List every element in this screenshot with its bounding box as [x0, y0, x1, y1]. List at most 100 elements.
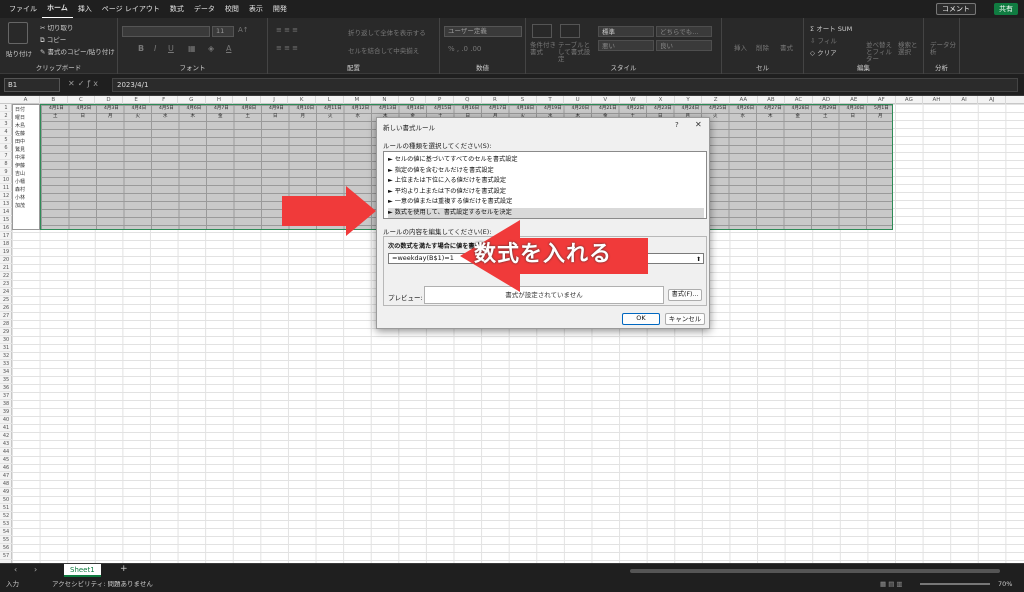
weekday-cell[interactable]: 金: [218, 113, 223, 121]
date-cell[interactable]: 4月16日: [462, 105, 480, 113]
row-header-cell[interactable]: 42: [0, 432, 12, 440]
row-header-cell[interactable]: 20: [0, 256, 12, 264]
cond-format-button[interactable]: 条件付き書式: [530, 42, 556, 56]
rule-type-item[interactable]: ► 一意の値または重複する値だけを書式設定: [388, 197, 704, 207]
style-neutral[interactable]: どちらでも...: [656, 26, 712, 37]
date-cell[interactable]: 4月28日: [792, 105, 810, 113]
weekday-cell[interactable]: 土: [246, 113, 251, 121]
menu-item[interactable]: データ: [189, 0, 220, 18]
merge-center-button[interactable]: セルを結合して中央揃え: [348, 45, 419, 55]
style-normal[interactable]: 標準: [598, 26, 654, 37]
weekday-cell[interactable]: 日: [81, 113, 86, 121]
column-header-cell[interactable]: U: [564, 96, 592, 104]
row-header-cell[interactable]: 39: [0, 408, 12, 416]
weekday-cell[interactable]: 火: [713, 113, 718, 121]
row-header-cell[interactable]: 56: [0, 544, 12, 552]
column-header-cell[interactable]: A: [12, 96, 40, 104]
rule-type-item[interactable]: ► 指定の値を含むセルだけを書式設定: [388, 166, 704, 176]
clear-button[interactable]: ◇ クリア: [810, 47, 837, 57]
formula-input[interactable]: 2023/4/1: [112, 78, 1018, 92]
format-button[interactable]: 書式(F)...: [668, 289, 702, 301]
share-button[interactable]: 共有: [994, 3, 1018, 15]
row-header-cell[interactable]: 34: [0, 368, 12, 376]
name-cell[interactable]: 中澤: [15, 154, 25, 162]
row-header-cell[interactable]: 41: [0, 424, 12, 432]
menu-item[interactable]: ページ レイアウト: [97, 0, 165, 18]
row-header-cell[interactable]: 31: [0, 344, 12, 352]
row-header-cell[interactable]: 32: [0, 352, 12, 360]
number-format-combo[interactable]: ユーザー定義: [444, 26, 522, 37]
row-header-cell[interactable]: 8: [0, 160, 12, 168]
rule-type-item[interactable]: ► セルの値に基づいてすべてのセルを書式設定: [388, 155, 704, 165]
column-header-cell[interactable]: AI: [951, 96, 979, 104]
date-cell[interactable]: 4月23日: [654, 105, 672, 113]
format-cells-button[interactable]: 書式: [780, 42, 793, 52]
row-header-cell[interactable]: 29: [0, 328, 12, 336]
name-cell[interactable]: 鷲見: [15, 146, 25, 154]
row-header-cell[interactable]: 18: [0, 240, 12, 248]
row-header-cell[interactable]: 10: [0, 176, 12, 184]
column-header-cell[interactable]: R: [482, 96, 510, 104]
cond-format-icon[interactable]: [532, 24, 552, 38]
date-cell[interactable]: 4月7日: [214, 105, 229, 113]
format-painter-button[interactable]: ✎ 書式のコピー/貼り付け: [40, 46, 115, 56]
column-header-cell[interactable]: Z: [702, 96, 730, 104]
column-header-cell[interactable]: C: [68, 96, 96, 104]
name-cell[interactable]: 小幡: [15, 178, 25, 186]
column-header-cell[interactable]: L: [316, 96, 344, 104]
column-header-cell[interactable]: S: [509, 96, 537, 104]
date-cell[interactable]: 4月26日: [737, 105, 755, 113]
column-header-cell[interactable]: T: [537, 96, 565, 104]
date-cell[interactable]: 4月3日: [104, 105, 119, 113]
sheet-tab[interactable]: Sheet1: [64, 564, 101, 577]
autosum-button[interactable]: Σ オート SUM: [810, 23, 852, 33]
paste-icon[interactable]: [8, 22, 28, 44]
column-header-cell[interactable]: AJ: [978, 96, 1006, 104]
row-header-cell[interactable]: 4: [0, 128, 12, 136]
row-header-cell[interactable]: 38: [0, 400, 12, 408]
row-header-cell[interactable]: 16: [0, 224, 12, 232]
row-header-cell[interactable]: 30: [0, 336, 12, 344]
row-header-cell[interactable]: 21: [0, 264, 12, 272]
date-cell[interactable]: 4月6日: [187, 105, 202, 113]
weekday-cell[interactable]: 火: [328, 113, 333, 121]
row-header-cell[interactable]: 35: [0, 376, 12, 384]
name-cell[interactable]: 森村: [15, 186, 25, 194]
column-header-cell[interactable]: E: [123, 96, 151, 104]
row-header-cell[interactable]: 51: [0, 504, 12, 512]
weekday-cell[interactable]: 金: [796, 113, 801, 121]
row-header-cell[interactable]: 26: [0, 304, 12, 312]
name-cell[interactable]: 田中: [15, 138, 25, 146]
percent-icon[interactable]: % , .0 .00: [448, 45, 481, 53]
name-cell[interactable]: 木島: [15, 122, 25, 130]
row-header-cell[interactable]: 28: [0, 320, 12, 328]
weekday-cell[interactable]: 水: [741, 113, 746, 121]
ok-button[interactable]: OK: [622, 313, 660, 325]
weekday-cell[interactable]: 土: [53, 113, 58, 121]
font-size-up-icon[interactable]: A↑: [238, 26, 249, 34]
weekday-cell[interactable]: 月: [108, 113, 113, 121]
row-header-cell[interactable]: 17: [0, 232, 12, 240]
weekday-cell[interactable]: 月: [878, 113, 883, 121]
row-header-cell[interactable]: 5: [0, 136, 12, 144]
row-header-cell[interactable]: 1: [0, 104, 12, 112]
column-header-cell[interactable]: V: [592, 96, 620, 104]
menu-item[interactable]: 開発: [268, 0, 292, 18]
insert-cells-button[interactable]: 挿入: [734, 42, 747, 52]
column-header-cell[interactable]: O: [399, 96, 427, 104]
column-header-cell[interactable]: AD: [813, 96, 841, 104]
date-cell[interactable]: 4月25日: [709, 105, 727, 113]
align-top-icon[interactable]: ≡ ≡ ≡: [276, 26, 298, 34]
column-header-cell[interactable]: AF: [868, 96, 896, 104]
menu-item[interactable]: 表示: [244, 0, 268, 18]
column-header-cell[interactable]: AH: [923, 96, 951, 104]
fx-icon[interactable]: ✕✓ƒx: [68, 79, 101, 88]
column-header-cell[interactable]: F: [150, 96, 178, 104]
row-header-cell[interactable]: 48: [0, 480, 12, 488]
row-header-cell[interactable]: 43: [0, 440, 12, 448]
style-bad[interactable]: 悪い: [598, 40, 654, 51]
add-sheet-button[interactable]: +: [120, 564, 128, 574]
row-header-cell[interactable]: 24: [0, 288, 12, 296]
row-header-cell[interactable]: 49: [0, 488, 12, 496]
name-cell[interactable]: 伊藤: [15, 162, 25, 170]
